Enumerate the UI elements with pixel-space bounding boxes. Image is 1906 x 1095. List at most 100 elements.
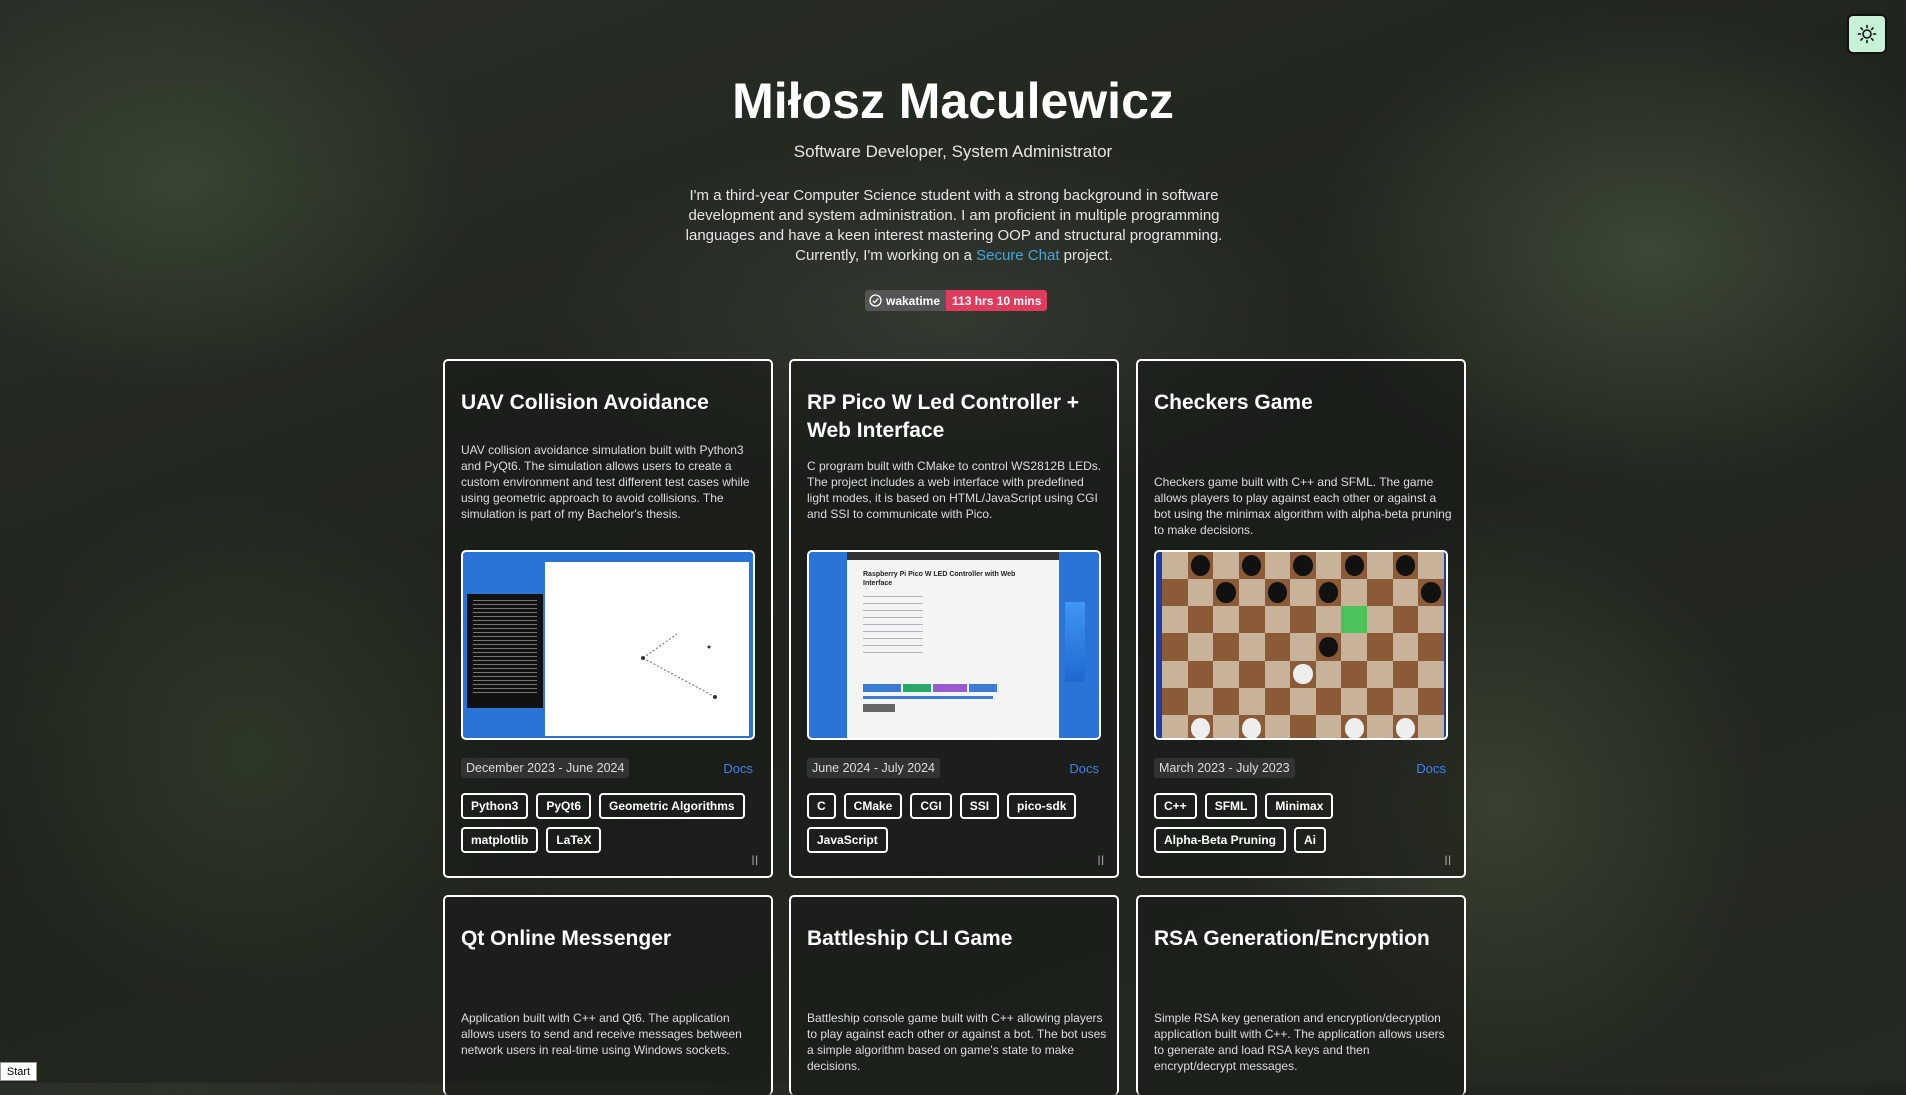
board-square bbox=[1418, 687, 1444, 715]
board-square bbox=[1238, 687, 1265, 715]
project-card-rsa[interactable]: RSA Generation/Encryption Simple RSA key… bbox=[1136, 895, 1466, 1095]
board-square bbox=[1290, 579, 1316, 607]
tag: CGI bbox=[910, 793, 952, 819]
board-square bbox=[1187, 633, 1214, 661]
board-square bbox=[1418, 714, 1444, 738]
tag: Alpha-Beta Pruning bbox=[1154, 827, 1287, 853]
board-square bbox=[1367, 579, 1393, 607]
project-card-pico[interactable]: RP Pico W Led Controller + Web Interface… bbox=[789, 359, 1119, 878]
docs-link[interactable]: Docs bbox=[1069, 761, 1099, 776]
tag: CMake bbox=[843, 793, 903, 819]
checker-piece bbox=[1344, 555, 1364, 576]
tag: LaTeX bbox=[546, 827, 602, 853]
bio-end: project. bbox=[1059, 247, 1113, 264]
board-square bbox=[1290, 552, 1316, 580]
project-title: Qt Online Messenger bbox=[461, 927, 672, 950]
bio-paragraph: I'm a third-year Computer Science studen… bbox=[681, 186, 1227, 266]
board-square bbox=[1290, 606, 1316, 634]
wakatime-badge-value: 113 hrs 10 mins bbox=[946, 290, 1048, 311]
start-button[interactable]: Start bbox=[0, 1062, 37, 1081]
board-square bbox=[1213, 660, 1239, 688]
project-screenshot[interactable]: Raspberry Pi Pico W LED Controller with … bbox=[807, 550, 1101, 740]
board-square bbox=[1264, 606, 1291, 634]
project-date: December 2023 - June 2024 bbox=[461, 758, 630, 778]
board-square bbox=[1367, 552, 1393, 580]
sun-icon bbox=[1857, 24, 1877, 44]
board-square bbox=[1315, 714, 1342, 738]
wakatime-icon bbox=[869, 294, 882, 307]
simulation-window bbox=[545, 562, 749, 736]
board-square bbox=[1341, 552, 1368, 580]
resize-handle-icon[interactable]: || bbox=[1445, 855, 1452, 866]
board-square bbox=[1187, 552, 1214, 580]
checker-piece bbox=[1190, 718, 1211, 738]
project-title: UAV Collision Avoidance bbox=[461, 391, 709, 414]
project-screenshot[interactable] bbox=[1154, 550, 1448, 740]
board-square bbox=[1264, 579, 1291, 607]
board-square bbox=[1162, 633, 1188, 661]
checker-piece bbox=[1344, 718, 1364, 738]
tag: C bbox=[807, 793, 836, 819]
board-square bbox=[1162, 606, 1188, 634]
project-title: Battleship CLI Game bbox=[807, 927, 1013, 950]
checker-piece bbox=[1395, 718, 1416, 738]
checker-piece bbox=[1241, 555, 1262, 576]
board-square bbox=[1341, 606, 1368, 634]
board-square bbox=[1367, 606, 1393, 634]
page-title: Miłosz Maculewicz bbox=[732, 73, 1174, 129]
project-description: Battleship console game built with C++ a… bbox=[807, 1011, 1107, 1073]
project-card-checkers[interactable]: Checkers Game Checkers game built with C… bbox=[1136, 359, 1466, 878]
web-interface-page: Raspberry Pi Pico W LED Controller with … bbox=[847, 552, 1059, 738]
board-square bbox=[1187, 714, 1214, 738]
board-square bbox=[1238, 552, 1265, 580]
checkers-board bbox=[1162, 552, 1444, 738]
board-square bbox=[1238, 606, 1265, 634]
tag: C++ bbox=[1154, 793, 1197, 819]
project-description: Simple RSA key generation and encryption… bbox=[1154, 1011, 1445, 1073]
board-square bbox=[1392, 633, 1419, 661]
tag: JavaScript bbox=[807, 827, 888, 853]
board-square bbox=[1367, 660, 1393, 688]
tag: SSI bbox=[959, 793, 1000, 819]
secure-chat-link[interactable]: Secure Chat bbox=[976, 247, 1059, 264]
checker-piece bbox=[1293, 555, 1313, 576]
project-card-uav[interactable]: UAV Collision Avoidance UAV collision av… bbox=[443, 359, 773, 878]
resize-handle-icon[interactable]: || bbox=[1098, 855, 1105, 866]
checker-piece bbox=[1190, 555, 1211, 576]
theme-toggle-button[interactable] bbox=[1847, 14, 1887, 54]
checker-piece bbox=[1318, 636, 1339, 658]
board-square bbox=[1341, 633, 1368, 661]
project-date: June 2024 - July 2024 bbox=[807, 758, 941, 778]
board-square bbox=[1392, 606, 1419, 634]
project-card-battleship[interactable]: Battleship CLI Game Battleship console g… bbox=[789, 895, 1119, 1095]
board-square bbox=[1187, 606, 1214, 634]
project-card-messenger[interactable]: Qt Online Messenger Application built wi… bbox=[443, 895, 773, 1095]
board-square bbox=[1213, 687, 1239, 715]
resize-handle-icon[interactable]: || bbox=[752, 855, 759, 866]
board-square bbox=[1264, 660, 1291, 688]
board-square bbox=[1264, 687, 1291, 715]
board-square bbox=[1162, 552, 1188, 580]
docs-link[interactable]: Docs bbox=[1416, 761, 1446, 776]
board-square bbox=[1315, 579, 1342, 607]
project-date: March 2023 - July 2023 bbox=[1154, 758, 1295, 778]
board-square bbox=[1238, 633, 1265, 661]
tag-list: C CMake CGI SSI pico-sdk JavaScript bbox=[807, 793, 1107, 853]
checker-piece bbox=[1216, 582, 1236, 604]
docs-link[interactable]: Docs bbox=[723, 761, 753, 776]
board-square bbox=[1264, 633, 1291, 661]
board-square bbox=[1187, 687, 1214, 715]
tag: Python3 bbox=[461, 793, 529, 819]
web-interface-heading: Raspberry Pi Pico W LED Controller with … bbox=[863, 571, 1016, 587]
board-square bbox=[1418, 633, 1444, 661]
tag: matplotlib bbox=[461, 827, 539, 853]
checker-piece bbox=[1293, 663, 1313, 685]
board-grid bbox=[1162, 552, 1444, 738]
simulation-plot bbox=[641, 633, 717, 699]
wakatime-badge[interactable]: wakatime 113 hrs 10 mins bbox=[865, 290, 1048, 311]
tag: SFML bbox=[1204, 793, 1258, 819]
board-square bbox=[1341, 714, 1368, 738]
project-screenshot[interactable] bbox=[461, 550, 755, 740]
board-square bbox=[1392, 687, 1419, 715]
checker-piece bbox=[1421, 582, 1441, 604]
